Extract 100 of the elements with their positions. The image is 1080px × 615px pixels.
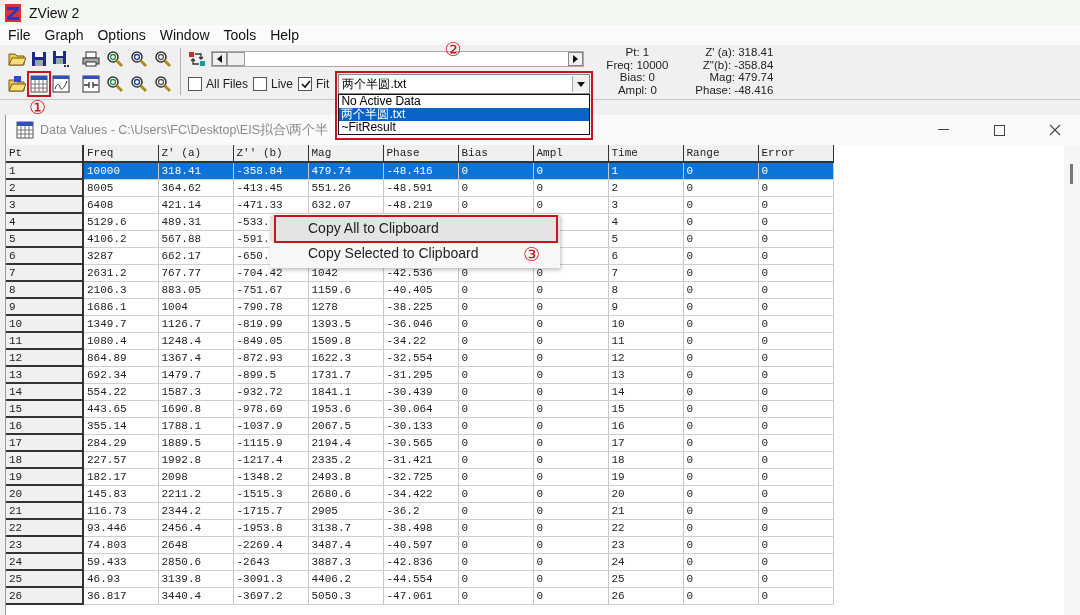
table-cell: -42.836 bbox=[386, 555, 433, 568]
zoom-icon[interactable] bbox=[104, 73, 126, 95]
data-table-icon[interactable] bbox=[28, 73, 50, 95]
table-row[interactable]: 18 227.57 1992.8 -1217.4 2335.2 -31.421 0 0 18 0 0 bbox=[6, 451, 833, 468]
circuit-window-icon[interactable] bbox=[80, 73, 102, 95]
column-header[interactable]: Pt bbox=[6, 145, 83, 162]
menu-item[interactable]: Help bbox=[263, 27, 306, 43]
menu-item[interactable]: Options bbox=[90, 27, 153, 43]
close-icon[interactable] bbox=[1049, 124, 1061, 136]
table-cell: 318.41 bbox=[161, 164, 202, 177]
table-row[interactable]: 17 284.29 1889.5 -1115.9 2194.4 -30.565 0 0 17 0 0 bbox=[6, 434, 833, 451]
table-row[interactable]: 1 10000 318.41 -358.84 479.74 -48.416 0 0 1 0 0 bbox=[6, 162, 833, 179]
context-menu-item[interactable]: Copy All to Clipboard bbox=[270, 216, 560, 241]
table-cell: -1715.7 bbox=[236, 504, 283, 517]
table-cell: 2106.3 bbox=[87, 283, 127, 296]
table-cell: 0 bbox=[461, 487, 469, 500]
column-header[interactable]: Ampl bbox=[533, 145, 608, 162]
right-arrow-icon[interactable] bbox=[573, 55, 578, 63]
printer-icon[interactable] bbox=[80, 48, 102, 70]
column-header[interactable]: Bias bbox=[458, 145, 533, 162]
table-cell: 1080.4 bbox=[87, 334, 127, 347]
table-cell: 1004 bbox=[161, 300, 188, 313]
zoom-icon[interactable] bbox=[152, 48, 174, 70]
table-row[interactable]: 21 116.73 2344.2 -1715.7 2905 -36.2 0 0 21 0 0 bbox=[6, 502, 833, 519]
table-cell: 0 bbox=[461, 164, 469, 177]
table-row[interactable]: 20 145.83 2211.2 -1515.3 2680.6 -34.422 0 0 20 0 0 bbox=[6, 485, 833, 502]
table-cell: 14 bbox=[611, 385, 625, 398]
chart-window-icon[interactable] bbox=[50, 73, 72, 95]
table-cell: 1690.8 bbox=[161, 402, 202, 415]
row-number: 10 bbox=[9, 317, 23, 330]
save-as-icon[interactable] bbox=[50, 48, 72, 70]
table-row[interactable]: 19 182.17 2098 -1348.2 2493.8 -32.725 0 0 19 0 0 bbox=[6, 468, 833, 485]
table-cell: 2850.6 bbox=[161, 555, 202, 568]
dropdown-option[interactable]: 两个半圆.txt bbox=[339, 108, 590, 121]
column-header[interactable]: Z'' (b) bbox=[233, 145, 308, 162]
column-header[interactable]: Phase bbox=[383, 145, 458, 162]
table-row[interactable]: 11 1080.4 1248.4 -849.05 1509.8 -34.22 0 0 11 0 0 bbox=[6, 332, 833, 349]
table-row[interactable]: 26 36.817 3440.4 -3697.2 5050.3 -47.061 0 0 26 0 0 bbox=[6, 587, 833, 604]
menu-item[interactable]: Window bbox=[152, 27, 217, 43]
table-row[interactable]: 9 1686.1 1004 -790.78 1278 -38.225 0 0 9 0 0 bbox=[6, 298, 833, 315]
column-header[interactable]: Range bbox=[683, 145, 758, 162]
table-cell: 0 bbox=[461, 402, 469, 415]
folder-icon[interactable] bbox=[6, 73, 28, 95]
table-row[interactable]: 23 74.803 2648 -2269.4 3487.4 -40.597 0 0 23 0 0 bbox=[6, 536, 833, 553]
app-logo-icon bbox=[5, 3, 21, 22]
checkbox[interactable] bbox=[253, 77, 267, 91]
table-row[interactable]: 16 355.14 1788.1 -1037.9 2067.5 -30.133 0 0 16 0 0 bbox=[6, 417, 833, 434]
table-cell: 1509.8 bbox=[311, 334, 352, 347]
checkbox[interactable] bbox=[298, 77, 313, 91]
table-row[interactable]: 2 8005 364.62 -413.45 551.26 -48.591 0 0 2 0 0 bbox=[6, 179, 833, 196]
table-row[interactable]: 8 2106.3 883.05 -751.67 1159.6 -40.405 0 0 8 0 0 bbox=[6, 281, 833, 298]
table-cell: 3440.4 bbox=[161, 589, 202, 602]
table-cell: 632.07 bbox=[311, 198, 352, 211]
table-row[interactable]: 14 554.22 1587.3 -932.72 1841.1 -30.439 0 0 14 0 0 bbox=[6, 383, 833, 400]
vertical-scrollbar[interactable] bbox=[1064, 145, 1080, 615]
table-cell: 0 bbox=[536, 164, 544, 177]
table-cell: -650. bbox=[236, 249, 270, 262]
file-dropdown[interactable]: 两个半圆.txt bbox=[338, 74, 591, 94]
table-cell: 0 bbox=[461, 317, 469, 330]
table-cell: 2905 bbox=[311, 504, 338, 517]
table-cell: 0 bbox=[761, 589, 769, 602]
table-cell: 2631.2 bbox=[87, 266, 127, 279]
table-row[interactable]: 25 46.93 3139.8 -3091.3 4406.2 -44.554 0 0 25 0 0 bbox=[6, 570, 833, 587]
table-row[interactable]: 22 93.446 2456.4 -1953.8 3138.7 -38.498 0 0 22 0 0 bbox=[6, 519, 833, 536]
table-row[interactable]: 10 1349.7 1126.7 -819.99 1393.5 -36.046 0 0 10 0 0 bbox=[6, 315, 833, 332]
left-arrow-icon[interactable] bbox=[217, 55, 222, 63]
checkbox[interactable] bbox=[188, 77, 202, 91]
table-row[interactable]: 13 692.34 1479.7 -899.5 1731.7 -31.295 0 0 13 0 0 bbox=[6, 366, 833, 383]
column-header[interactable]: Freq bbox=[83, 145, 158, 162]
minimize-icon[interactable] bbox=[937, 129, 949, 131]
scrollbar-thumb[interactable] bbox=[227, 52, 245, 66]
zoom-icon[interactable] bbox=[128, 48, 150, 70]
table-cell: 8 bbox=[611, 283, 619, 296]
maximize-icon[interactable] bbox=[993, 124, 1005, 136]
column-header[interactable]: Z' (a) bbox=[158, 145, 233, 162]
column-header[interactable]: Error bbox=[758, 145, 833, 162]
column-header[interactable]: Mag bbox=[308, 145, 383, 162]
caret-icon[interactable] bbox=[577, 81, 586, 87]
table-cell: -899.5 bbox=[236, 368, 277, 381]
menu-item[interactable]: Graph bbox=[37, 27, 91, 43]
zoom-icon[interactable] bbox=[128, 73, 150, 95]
table-cell: 1367.4 bbox=[161, 351, 202, 364]
menu-item[interactable]: Tools bbox=[216, 27, 264, 43]
table-cell: 0 bbox=[461, 283, 469, 296]
table-cell: 0 bbox=[536, 317, 544, 330]
table-row[interactable]: 12 864.89 1367.4 -872.93 1622.3 -32.554 0 0 12 0 0 bbox=[6, 349, 833, 366]
zoom-icon[interactable] bbox=[152, 73, 174, 95]
table-cell: 46.93 bbox=[87, 572, 120, 585]
table-cell: 0 bbox=[536, 538, 544, 551]
menu-item[interactable]: File bbox=[1, 27, 38, 43]
table-row[interactable]: 15 443.65 1690.8 -978.69 1953.6 -30.064 0 0 15 0 0 bbox=[6, 400, 833, 417]
table-cell: 24 bbox=[611, 555, 625, 568]
dropdown-option[interactable]: ~FitResult bbox=[339, 121, 590, 134]
table-cell: 479.74 bbox=[311, 164, 352, 177]
zoom-icon[interactable] bbox=[104, 48, 126, 70]
column-header[interactable]: Time bbox=[608, 145, 683, 162]
table-cell: -790.78 bbox=[236, 300, 283, 313]
table-cell: 0 bbox=[686, 453, 694, 466]
table-row[interactable]: 24 59.433 2850.6 -2643 3887.3 -42.836 0 0 24 0 0 bbox=[6, 553, 833, 570]
dropdown-option[interactable]: No Active Data bbox=[339, 95, 590, 108]
